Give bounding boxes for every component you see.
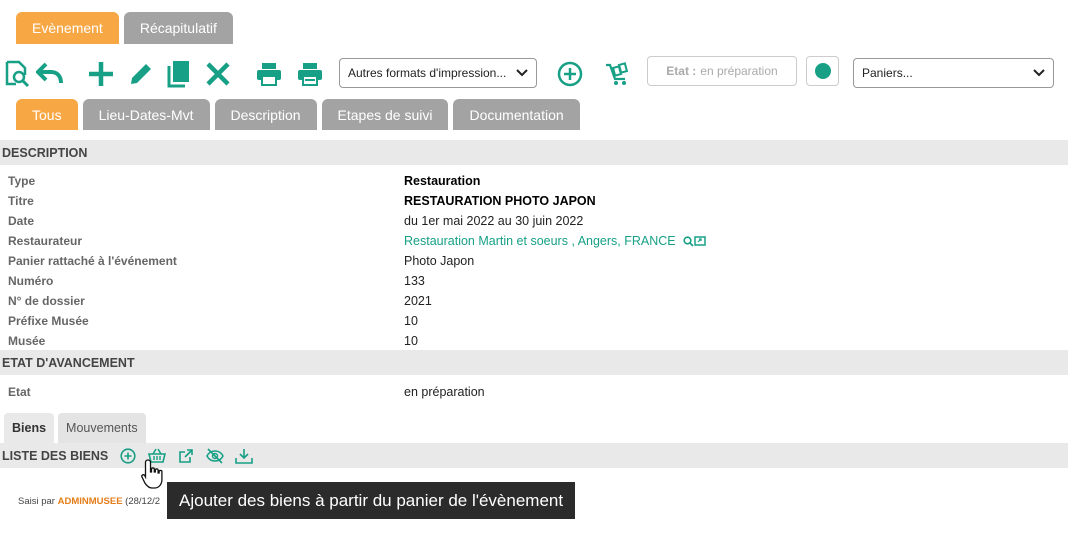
footer-date: (28/12/2 bbox=[122, 496, 161, 507]
field-label: Musée bbox=[8, 334, 46, 348]
field-value: Photo Japon bbox=[404, 254, 475, 268]
field-row: Panier rattaché à l'événement Photo Japo… bbox=[0, 251, 1068, 271]
field-label: Type bbox=[8, 174, 36, 188]
field-label: Titre bbox=[8, 194, 34, 208]
preview-icon[interactable] bbox=[3, 60, 31, 88]
cart-move-icon[interactable] bbox=[603, 60, 631, 88]
field-value: du 1er mai 2022 au 30 juin 2022 bbox=[404, 214, 584, 228]
field-label: Numéro bbox=[8, 274, 54, 288]
field-row: N° de dossier 2021 bbox=[0, 291, 1068, 311]
chevron-down-icon bbox=[516, 69, 528, 77]
field-label: Préfixe Musée bbox=[8, 314, 89, 328]
toolbar: Autres formats d'impression... Etat : en… bbox=[0, 56, 1068, 90]
field-value: 10 bbox=[404, 314, 418, 328]
field-label: Etat bbox=[8, 385, 31, 399]
field-row: Titre RESTAURATION PHOTO JAPON bbox=[0, 191, 1068, 211]
print-formats-select[interactable]: Autres formats d'impression... bbox=[339, 58, 537, 88]
add-circle-icon[interactable] bbox=[118, 446, 138, 466]
print-formats-label: Autres formats d'impression... bbox=[348, 66, 507, 80]
restaurateur-link[interactable]: Restauration Martin et soeurs , Angers, … bbox=[404, 234, 676, 248]
print-icon[interactable] bbox=[255, 60, 283, 88]
download-icon[interactable] bbox=[234, 446, 254, 466]
field-value: 10 bbox=[404, 334, 418, 348]
tab-tous[interactable]: Tous bbox=[16, 99, 78, 130]
field-row: Préfixe Musée 10 bbox=[0, 311, 1068, 331]
liste-biens-title: LISTE DES BIENS bbox=[2, 448, 109, 463]
field-row: Restaurateur Restauration Martin et soeu… bbox=[0, 231, 1068, 251]
tab-documentation[interactable]: Documentation bbox=[453, 99, 580, 130]
bottom-tabs: Biens Mouvements bbox=[4, 413, 146, 443]
tab-etapes-de-suivi[interactable]: Etapes de suivi bbox=[321, 99, 449, 130]
description-header: DESCRIPTION bbox=[0, 140, 1068, 165]
field-row: Type Restauration bbox=[0, 171, 1068, 191]
tab-biens[interactable]: Biens bbox=[4, 413, 55, 443]
field-label: Panier rattaché à l'événement bbox=[8, 254, 177, 268]
external-link-icon[interactable] bbox=[176, 446, 196, 466]
paniers-select[interactable]: Paniers... bbox=[853, 58, 1054, 88]
field-row: Etat en préparation bbox=[0, 382, 1068, 402]
delete-icon[interactable] bbox=[204, 60, 232, 88]
field-row: Numéro 133 bbox=[0, 271, 1068, 291]
print-alt-icon[interactable] bbox=[296, 60, 324, 88]
hand-cursor-icon bbox=[141, 459, 163, 489]
field-value: RESTAURATION PHOTO JAPON bbox=[404, 194, 596, 208]
tab-recapitulatif[interactable]: Récapitulatif bbox=[123, 12, 233, 44]
field-value: en préparation bbox=[404, 385, 485, 399]
avancement-header: ETAT D'AVANCEMENT bbox=[0, 350, 1068, 375]
status-dot-icon bbox=[814, 63, 831, 79]
search-icon[interactable] bbox=[683, 236, 694, 247]
top-tabs: Evènement Récapitulatif bbox=[16, 12, 233, 44]
field-value: Restauration bbox=[404, 174, 481, 188]
footer-prefix: Saisi par bbox=[18, 496, 58, 507]
footer-saisi: Saisi par ADMINMUSEE (28/12/2 bbox=[18, 496, 160, 507]
tab-description[interactable]: Description bbox=[214, 99, 317, 130]
eye-slash-icon[interactable] bbox=[205, 446, 225, 466]
paniers-label: Paniers... bbox=[862, 66, 913, 80]
field-label: Restaurateur bbox=[8, 234, 83, 248]
sub-tabs: Tous Lieu-Dates-Mvt Description Etapes d… bbox=[16, 99, 580, 130]
field-row: Musée 10 bbox=[0, 331, 1068, 351]
status-dot-button[interactable] bbox=[806, 56, 839, 86]
footer-user[interactable]: ADMINMUSEE bbox=[58, 496, 123, 507]
field-row: Date du 1er mai 2022 au 30 juin 2022 bbox=[0, 211, 1068, 231]
copy-icon[interactable] bbox=[165, 60, 193, 88]
add-icon[interactable] bbox=[87, 60, 115, 88]
undo-icon[interactable] bbox=[36, 60, 64, 88]
etat-display: Etat : en préparation bbox=[647, 56, 797, 86]
field-label: Date bbox=[8, 214, 35, 228]
restaurateur-value[interactable]: Restauration Martin et soeurs , Angers, … bbox=[404, 234, 706, 248]
tooltip: Ajouter des biens à partir du panier de … bbox=[167, 482, 576, 519]
add-circle-icon[interactable] bbox=[556, 60, 584, 88]
chevron-down-icon bbox=[1033, 69, 1045, 77]
tab-mouvements[interactable]: Mouvements bbox=[58, 413, 146, 443]
tab-lieu-dates-mvt[interactable]: Lieu-Dates-Mvt bbox=[82, 99, 210, 130]
etat-value: en préparation bbox=[700, 64, 778, 78]
open-window-icon[interactable] bbox=[694, 236, 706, 247]
tab-evenement[interactable]: Evènement bbox=[16, 12, 119, 44]
field-value: 133 bbox=[404, 274, 425, 288]
edit-icon[interactable] bbox=[127, 60, 155, 88]
etat-label: Etat : bbox=[666, 64, 697, 78]
field-label: N° de dossier bbox=[8, 294, 85, 308]
field-value: 2021 bbox=[404, 294, 432, 308]
